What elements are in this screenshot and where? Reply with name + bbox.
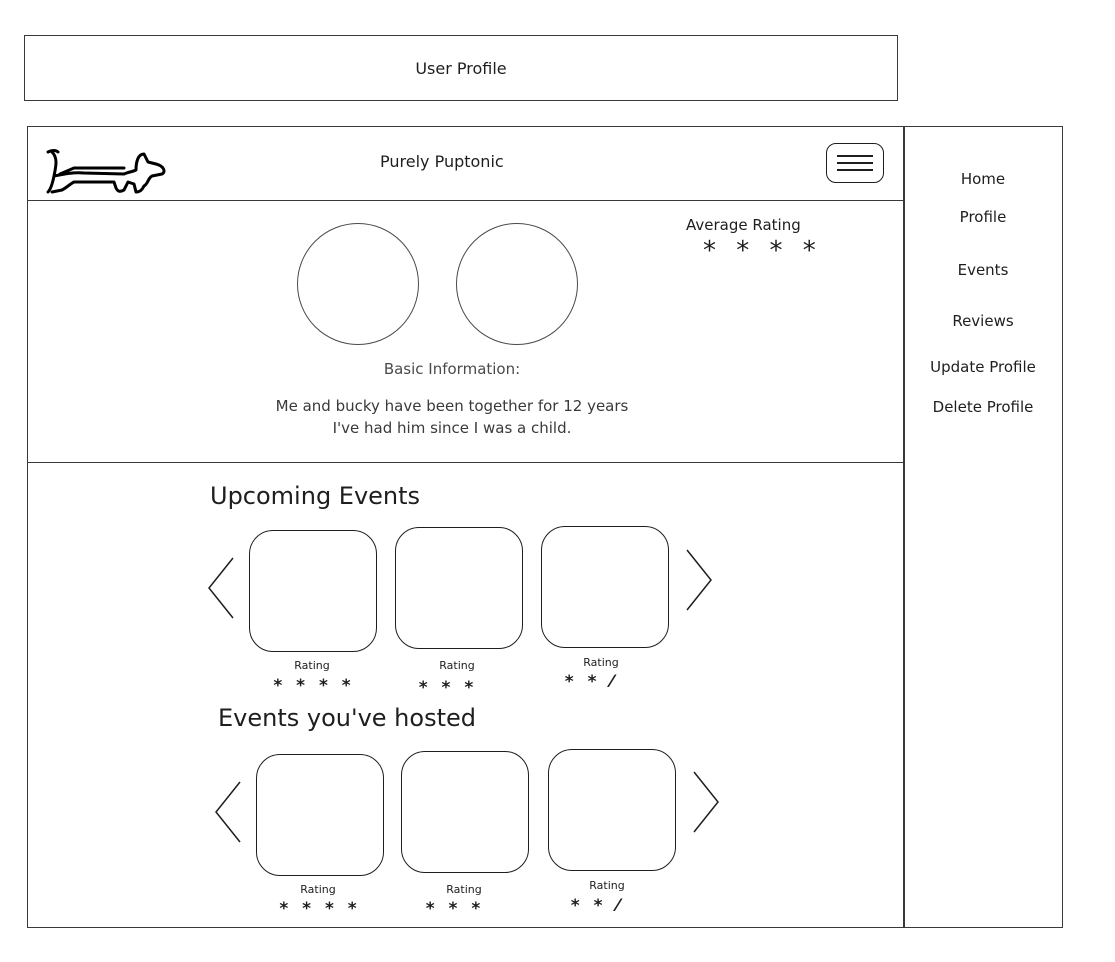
section-divider: [27, 462, 903, 463]
hosted-event-card[interactable]: [401, 751, 529, 873]
chevron-right-icon[interactable]: [692, 770, 722, 834]
rating-label: Rating: [439, 659, 475, 672]
dog-icon[interactable]: [44, 146, 172, 198]
page-title-box: User Profile: [24, 35, 898, 101]
hamburger-line: [837, 169, 873, 171]
chevron-right-icon[interactable]: [685, 548, 715, 612]
hamburger-line: [837, 162, 873, 164]
sidebar-item-reviews[interactable]: Reviews: [903, 312, 1063, 330]
rating-stars: * * * *: [279, 899, 361, 919]
sidebar: [903, 126, 1063, 928]
rating-stars: * * *: [418, 678, 478, 698]
bio-line: Me and bucky have been together for 12 y…: [275, 397, 629, 415]
average-rating-stars: * * * *: [703, 236, 822, 266]
rating-stars: * * ⁄: [570, 896, 624, 916]
page-title: User Profile: [415, 59, 507, 78]
rating-label: Rating: [589, 879, 625, 892]
rating-label: Rating: [300, 883, 336, 896]
hamburger-menu-button[interactable]: [826, 143, 884, 183]
hosted-event-card[interactable]: [548, 749, 676, 871]
basic-info-title: Basic Information:: [383, 360, 521, 378]
hosted-events-title: Events you've hosted: [218, 704, 476, 732]
average-rating-label: Average Rating: [686, 216, 801, 234]
sidebar-item-profile[interactable]: Profile: [903, 208, 1063, 226]
upcoming-event-card[interactable]: [541, 526, 669, 648]
rating-stars: * * * *: [273, 676, 355, 696]
chevron-left-icon[interactable]: [212, 780, 242, 844]
upcoming-event-card[interactable]: [395, 527, 523, 649]
hosted-event-card[interactable]: [256, 754, 384, 876]
sidebar-item-delete-profile[interactable]: Delete Profile: [903, 398, 1063, 416]
upcoming-event-card[interactable]: [249, 530, 377, 652]
chevron-left-icon[interactable]: [205, 556, 235, 620]
rating-label: Rating: [446, 883, 482, 896]
sidebar-item-home[interactable]: Home: [903, 170, 1063, 188]
upcoming-events-title: Upcoming Events: [210, 482, 421, 510]
rating-stars: * * *: [425, 899, 485, 919]
rating-label: Rating: [294, 659, 330, 672]
rating-label: Rating: [583, 656, 619, 669]
sidebar-item-update-profile[interactable]: Update Profile: [903, 358, 1063, 376]
user-avatar: [297, 223, 419, 345]
rating-stars: * * ⁄: [564, 672, 618, 692]
bio-line: I've had him since I was a child.: [332, 419, 572, 437]
header-divider: [27, 200, 903, 201]
app-name: Purely Puptonic: [380, 152, 504, 171]
sidebar-item-events[interactable]: Events: [903, 261, 1063, 279]
pet-avatar: [456, 223, 578, 345]
hamburger-menu-icon: [837, 155, 873, 157]
